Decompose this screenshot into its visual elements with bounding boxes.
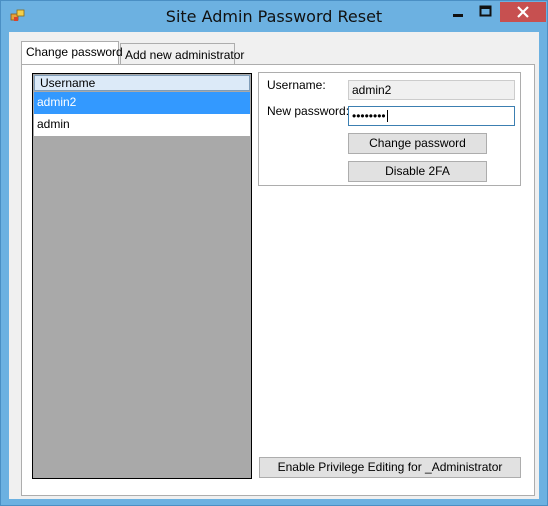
enable-privilege-editing-button[interactable]: Enable Privilege Editing for _Administra… bbox=[259, 457, 521, 478]
minimize-icon bbox=[453, 14, 463, 17]
tab-add-new-administrator[interactable]: Add new administrator bbox=[120, 43, 244, 64]
list-item[interactable]: admin2 bbox=[34, 92, 250, 114]
text-caret bbox=[386, 110, 388, 122]
title-bar[interactable]: Site Admin Password Reset bbox=[1, 1, 547, 32]
user-list[interactable]: Username admin2 admin bbox=[32, 73, 252, 479]
maximize-icon bbox=[479, 5, 492, 17]
list-item[interactable]: admin bbox=[34, 114, 250, 136]
close-icon bbox=[517, 6, 529, 18]
username-field[interactable]: admin2 bbox=[348, 80, 515, 100]
window-client-area: Change password Add new administrator Us… bbox=[9, 32, 539, 499]
password-value: •••••••• bbox=[352, 109, 386, 123]
tab-change-password[interactable]: Change password bbox=[21, 41, 123, 64]
password-form-group: Username: admin2 New password: •••••••• … bbox=[258, 72, 521, 186]
app-window: Site Admin Password Reset Change passwor… bbox=[0, 0, 548, 506]
maximize-button[interactable] bbox=[472, 2, 499, 22]
new-password-label: New password: bbox=[267, 104, 350, 118]
username-label: Username: bbox=[267, 78, 326, 92]
minimize-button[interactable] bbox=[444, 2, 472, 22]
change-password-button[interactable]: Change password bbox=[348, 133, 487, 154]
new-password-field[interactable]: •••••••• bbox=[348, 106, 515, 126]
close-button[interactable] bbox=[500, 2, 546, 22]
disable-2fa-button[interactable]: Disable 2FA bbox=[348, 161, 487, 182]
tab-panel-change-password: Username admin2 admin Username: admin2 N… bbox=[21, 64, 535, 496]
username-column-header[interactable]: Username bbox=[34, 75, 250, 91]
